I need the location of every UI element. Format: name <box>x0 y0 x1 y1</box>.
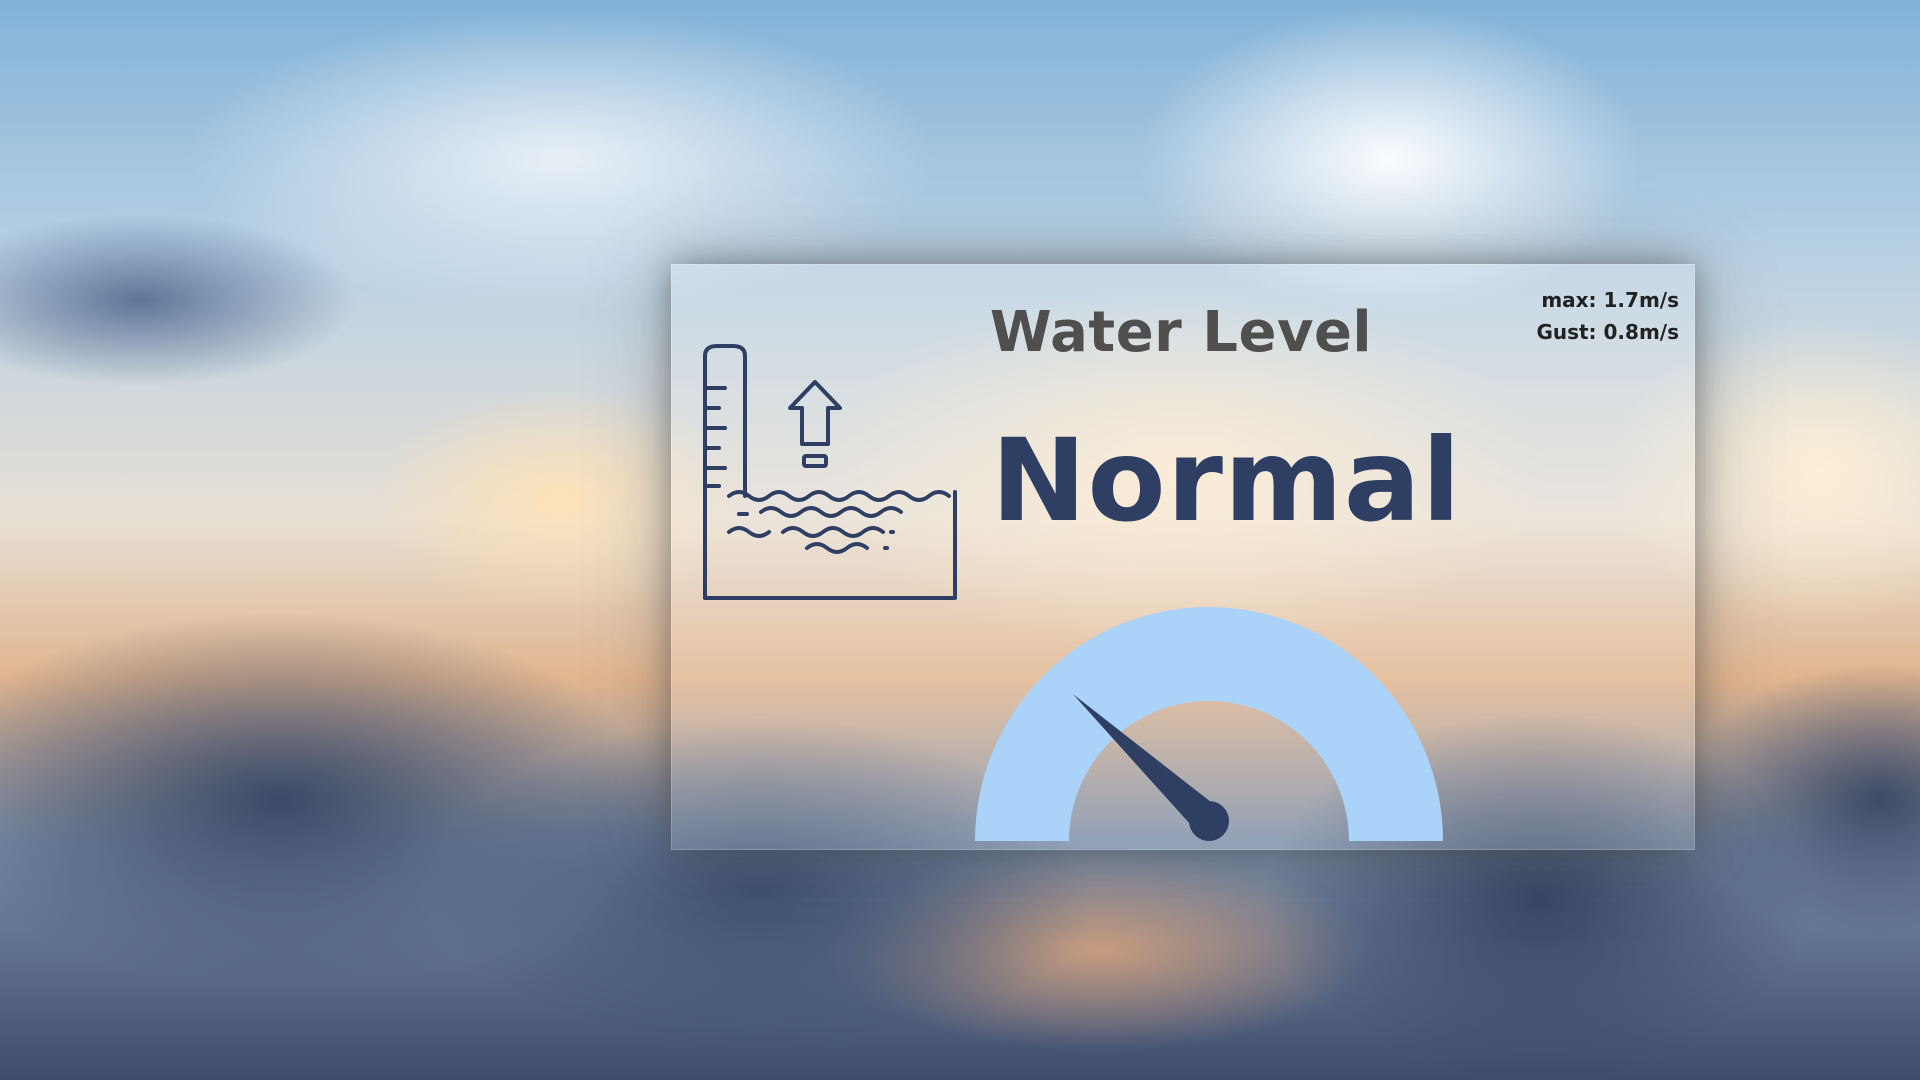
card-title: Water Level <box>989 300 1373 365</box>
gauge <box>975 607 1443 841</box>
max-speed: max: 1.7m/s <box>1541 288 1679 312</box>
water-level-icon <box>703 344 957 600</box>
status-value: Normal <box>991 414 1462 547</box>
water-level-card: Water Level max: 1.7m/s Gust: 0.8m/s Nor… <box>671 264 1695 850</box>
wind-stats: max: 1.7m/s Gust: 0.8m/s <box>1536 284 1679 348</box>
gust-speed: Gust: 0.8m/s <box>1536 320 1679 344</box>
